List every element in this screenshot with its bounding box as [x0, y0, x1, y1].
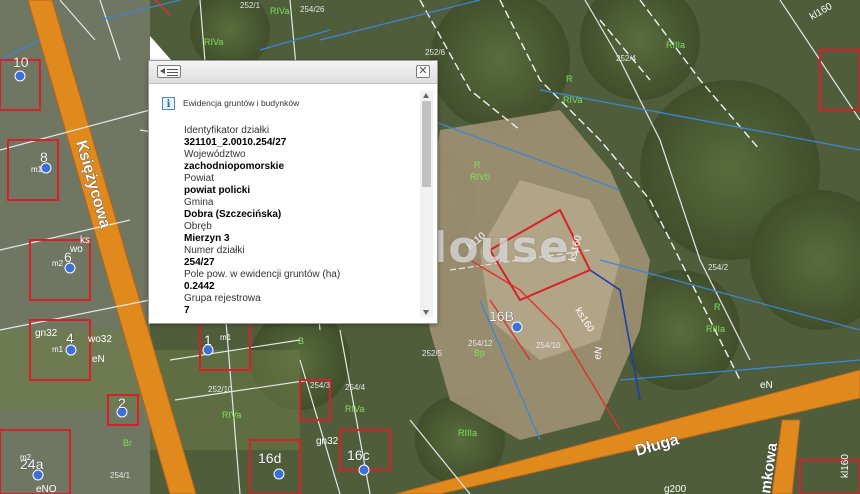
info-icon: i	[162, 96, 175, 110]
attribute-value: 7	[184, 305, 190, 316]
attribute-label: Obręb	[184, 221, 212, 232]
parcel-number-label: 254/10	[536, 341, 561, 350]
attribute-label: Powiat	[184, 173, 215, 184]
building-number: 10	[13, 54, 29, 70]
attribute-value: powiat policki	[184, 185, 251, 196]
road-code-label: eN	[592, 346, 605, 361]
land-class-label: RIVb	[470, 172, 490, 182]
attribute-label: Grupa rejestrowa	[184, 293, 261, 304]
attribute-label: Gmina	[184, 197, 214, 208]
parcel-number-label: 254/26	[300, 5, 325, 14]
land-class-label: RIVa	[345, 404, 364, 414]
land-class-label: R	[714, 302, 721, 312]
road-code-label: kl160	[840, 454, 851, 478]
layer-title: Ewidencja gruntów i budynków	[183, 98, 300, 108]
attribute-county: Powiat powiat policki	[184, 173, 420, 197]
building-label: m1	[31, 165, 43, 174]
building-number: 4	[66, 330, 74, 346]
land-class-label: RIIIa	[458, 428, 477, 438]
parcel-number-label: 252/1	[240, 1, 261, 10]
parcel-number-label: 254/4	[345, 383, 366, 392]
parcel-number-label: 252/6	[425, 48, 446, 57]
close-icon[interactable]: ✕	[416, 65, 430, 78]
parcel-attributes: Identyfikator działki 321101_2.0010.254/…	[184, 125, 420, 319]
attribute-value: Mierzyn 3	[184, 233, 230, 244]
land-class-label: R	[474, 160, 481, 170]
attribute-voivodeship: Województwo zachodniopomorskie	[184, 149, 420, 173]
road-code-label: wo	[69, 244, 83, 255]
road-code-label: eNO	[36, 484, 57, 494]
popup-pointer	[150, 36, 172, 61]
land-class-label: RIVa	[204, 37, 223, 47]
land-class-label: RIIIa	[706, 324, 725, 334]
parcel-number-label: 252/10	[208, 385, 233, 394]
parcel-number-label: 252/5	[422, 349, 443, 358]
scroll-up-arrow-icon[interactable]	[423, 93, 429, 98]
attribute-value: Dobra (Szczecińska)	[184, 209, 282, 220]
building-label: m1	[220, 333, 232, 342]
attribute-register-group: Grupa rejestrowa 7	[184, 293, 420, 317]
popup-scrollbar[interactable]	[420, 91, 433, 317]
building-number: 2	[118, 395, 126, 411]
building-label: m2	[20, 453, 32, 462]
land-class-label: RIVa	[222, 410, 241, 420]
land-class-label: Br	[123, 438, 132, 448]
land-class-label: R	[566, 74, 573, 84]
attribute-value: 321101_2.0010.254/27	[184, 137, 287, 148]
land-class-label: B	[298, 336, 304, 346]
parcel-number-label: 254/1	[110, 471, 131, 480]
building-number: 16B	[489, 308, 514, 324]
attribute-label: Numer działki	[184, 245, 245, 256]
road-code-label: wo32	[87, 334, 112, 345]
road-code-label: eN	[760, 380, 773, 391]
parcel-number-label: 254/2	[708, 263, 729, 272]
popup-toolbar: ✕	[149, 61, 437, 84]
attribute-parcel-id: Identyfikator działki 321101_2.0010.254/…	[184, 125, 420, 149]
attribute-value: 254/27	[184, 257, 215, 268]
attribute-label: Identyfikator działki	[184, 125, 270, 136]
building-label: m1	[52, 345, 64, 354]
attribute-precinct: Obręb Mierzyn 3	[184, 221, 420, 245]
parcel-number-label: 254/12	[468, 339, 493, 348]
scrollbar-thumb[interactable]	[422, 101, 431, 187]
road-code-label: gn32	[316, 436, 339, 447]
building-label: m2	[52, 259, 64, 268]
building-number: 16c	[347, 447, 370, 463]
land-class-label: Bp	[474, 348, 485, 358]
feature-info-popup: ✕ i Ewidencja gruntów i budynków Identyf…	[148, 60, 438, 324]
attribute-label: Pole pow. w ewidencji gruntów (ha)	[184, 269, 341, 280]
attribute-parcel-number: Numer działki 254/27	[184, 245, 420, 269]
scroll-down-arrow-icon[interactable]	[423, 310, 429, 315]
building-number: 8	[40, 149, 48, 165]
building-number: 1	[204, 332, 212, 348]
road-code-label: eN	[92, 354, 105, 365]
list-back-icon[interactable]	[157, 65, 181, 78]
attribute-commune: Gmina Dobra (Szczecińska)	[184, 197, 420, 221]
road-code-label: gn32	[35, 328, 58, 339]
attribute-area: Pole pow. w ewidencji gruntów (ha) 0.244…	[184, 269, 420, 293]
parcel-number-label: 254/3	[310, 381, 331, 390]
road-code-label: g200	[664, 484, 687, 494]
land-class-label: RIVa	[270, 6, 289, 16]
attribute-label: Województwo	[184, 149, 246, 160]
layer-header: i Ewidencja gruntów i budynków	[162, 95, 299, 111]
land-class-label: RIIIa	[666, 40, 685, 50]
attribute-value: zachodniopomorskie	[184, 161, 285, 172]
parcel-number-label: 252/4	[616, 54, 637, 63]
building-number: 16d	[258, 450, 281, 466]
attribute-value: 0.2442	[184, 281, 215, 292]
land-class-label: RIVa	[563, 95, 582, 105]
